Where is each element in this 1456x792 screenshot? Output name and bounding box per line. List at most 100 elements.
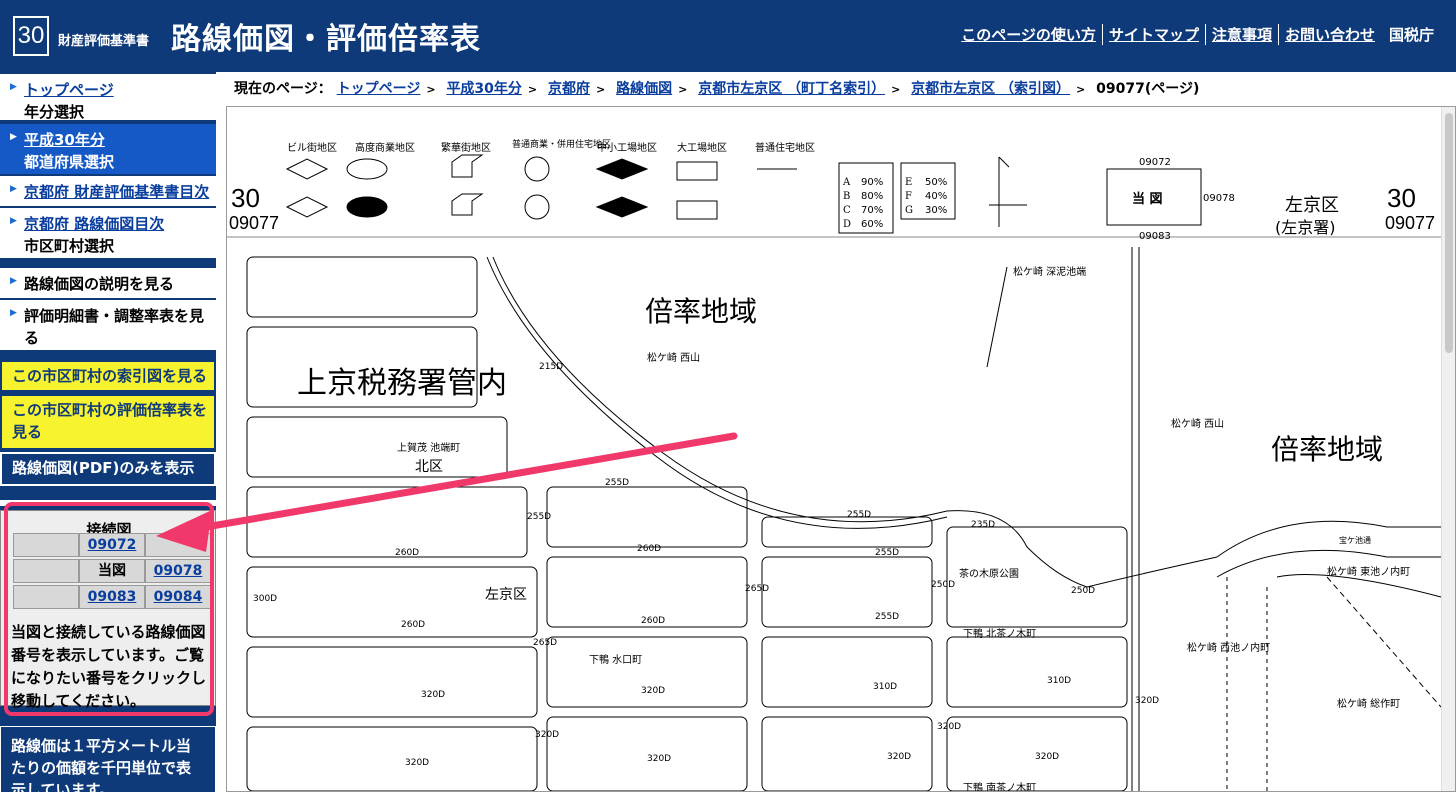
breadcrumb-item[interactable]: トップページ [337, 81, 421, 97]
breadcrumb-item[interactable]: 京都府 [548, 81, 590, 97]
place-label: 下鴨 水口町 [589, 653, 642, 666]
rate-row: G [905, 205, 913, 216]
sidebar-link-rosen-index[interactable]: 京都府 路線価図目次 [24, 215, 164, 233]
rate-value: 40% [925, 191, 947, 202]
sidebar-item-rosen-index[interactable]: ▶ 京都府 路線価図目次 市区町村選択 [0, 208, 216, 258]
place-label: 松ケ崎 西池ノ内町 [1187, 641, 1270, 654]
pdf-only-button[interactable]: 路線価図(PDF)のみを表示 [0, 452, 216, 486]
sidebar-item-top[interactable]: ▶ トップページ 年分選択 [0, 74, 216, 121]
sidebar-item-explain[interactable]: ▶ 路線価図の説明を見る [0, 268, 216, 298]
map-page-left: 09077 [229, 213, 279, 233]
place-label: 松ケ崎 総作町 [1337, 697, 1400, 710]
road-value: 310D [873, 682, 897, 692]
arrow-icon: ▶ [10, 216, 17, 226]
map-year-left: 30 [231, 183, 260, 213]
breadcrumb-item[interactable]: 京都市左京区 （索引図） [911, 81, 1070, 97]
chevron-right-icon: > [891, 83, 901, 96]
road-value: 320D [405, 758, 429, 768]
area-label: 北区 [415, 459, 443, 475]
road-value: 320D [1135, 696, 1159, 706]
area-label: 上京税務署管内 [297, 366, 507, 401]
area-label: 左京区 [485, 587, 527, 603]
road-value: 265D [533, 638, 557, 648]
breadcrumb-label: 現在のページ： [234, 81, 332, 97]
rate-value: 70% [861, 205, 883, 216]
road-value: 260D [641, 616, 665, 626]
scroll-thumb[interactable] [1445, 113, 1453, 353]
rate-table-button[interactable]: この市区町村の評価倍率表を見る [0, 394, 216, 450]
map-ward: 左京区 [1285, 195, 1339, 216]
rate-value: 50% [925, 177, 947, 188]
road-value: 235D [971, 520, 995, 530]
map-year-right: 30 [1387, 183, 1416, 213]
notes-link[interactable]: 注意事項 [1204, 24, 1278, 45]
contact-link[interactable]: お問い合わせ [1277, 24, 1381, 45]
sidebar-label: 路線価図(PDF)のみを表示 [12, 459, 195, 477]
legend-label: ビル街地区 [287, 141, 337, 154]
index-map-button[interactable]: この市区町村の索引図を見る [0, 360, 216, 392]
arrow-icon: ▶ [10, 132, 17, 142]
sidebar-link-year[interactable]: 平成30年分 [24, 131, 105, 149]
road-value: 260D [401, 620, 425, 630]
rate-row: F [905, 191, 912, 202]
place-label: 下鴨 南茶ノ木町 [963, 781, 1036, 791]
road-value: 250D [1071, 586, 1095, 596]
chevron-right-icon: > [596, 83, 606, 96]
road-value: 320D [535, 730, 559, 740]
agency-name: 国税庁 [1388, 26, 1434, 44]
rate-value: 30% [925, 205, 947, 216]
arrow-icon: ▶ [10, 276, 17, 286]
sidebar-item-year[interactable]: ▶ 平成30年分 都道府県選択 [0, 124, 216, 174]
rate-row: C [843, 205, 851, 216]
place-label: 下鴨 北茶ノ木町 [963, 627, 1036, 640]
map-office: (左京署) [1275, 218, 1336, 237]
road-value: 250D [931, 580, 955, 590]
road-value: 320D [937, 722, 961, 732]
help-link[interactable]: このページの使い方 [955, 24, 1102, 45]
sidebar-sub: 都道府県選択 [24, 153, 115, 171]
road-value: 320D [421, 690, 445, 700]
route-price-map[interactable]: ビル街地区 高度商業地区 繁華街地区 普通商業・併用住宅地区 中小工場地区 大工… [227, 107, 1455, 791]
place-label: 宝ケ池通 [1339, 535, 1371, 545]
breadcrumb: 現在のページ： トップページ > 平成30年分 > 京都府 > 路線価図 > 京都市左京… [234, 78, 1199, 98]
road-value: 255D [875, 548, 899, 558]
breadcrumb-current: 09077(ページ) [1096, 81, 1200, 97]
road-value: 255D [605, 478, 629, 488]
sidebar-label: 路線価図の説明を見る [24, 275, 175, 293]
sidebar-item-kyoto-index[interactable]: ▶ 京都府 財産評価基準書目次 [0, 176, 216, 206]
highlight-callout-box [4, 502, 214, 716]
place-label: 松ケ崎 西山 [647, 351, 700, 364]
sidebar-sub: 市区町村選択 [24, 237, 115, 255]
chevron-right-icon: > [678, 83, 688, 96]
legend-label: 中小工場地区 [597, 141, 657, 154]
area-label: 倍率地域 [1271, 433, 1383, 466]
breadcrumb-item[interactable]: 路線価図 [616, 81, 672, 97]
arrow-icon: ▶ [10, 82, 17, 92]
road-value: 265D [745, 584, 769, 594]
vertical-scrollbar[interactable] [1441, 107, 1455, 791]
road-value: 260D [395, 548, 419, 558]
index-bottom: 09083 [1139, 231, 1171, 242]
sitemap-link[interactable]: サイトマップ [1101, 24, 1205, 45]
sidebar-link-top[interactable]: トップページ [24, 81, 114, 99]
place-label: 松ケ崎 深泥池端 [1013, 265, 1086, 278]
chevron-right-icon: > [527, 83, 538, 96]
area-label: 倍率地域 [645, 295, 757, 328]
sidebar-link-kyoto-index[interactable]: 京都府 財産評価基準書目次 [24, 183, 209, 201]
rate-row: E [905, 177, 912, 188]
breadcrumb-item[interactable]: 京都市左京区 （町丁名索引） [698, 81, 885, 97]
breadcrumb-item[interactable]: 平成30年分 [446, 81, 521, 97]
road-value: 320D [641, 686, 665, 696]
index-center: 当 図 [1132, 191, 1163, 207]
year-logo: 30 [13, 16, 49, 56]
page-title: 路線価図・評価倍率表 [171, 22, 481, 57]
sidebar-item-forms[interactable]: ▶ 評価明細書・調整率表を見る [0, 300, 216, 350]
map-viewer[interactable]: ビル街地区 高度商業地区 繁華街地区 普通商業・併用住宅地区 中小工場地区 大工… [226, 106, 1456, 792]
road-value: 255D [527, 512, 551, 522]
road-value: 255D [847, 510, 871, 520]
place-label: 松ケ崎 西山 [1171, 417, 1224, 430]
index-right: 09078 [1203, 193, 1235, 204]
rate-value: 80% [861, 191, 883, 202]
header-prefix: 財産評価基準書 [58, 34, 150, 49]
rate-value: 60% [861, 219, 883, 230]
